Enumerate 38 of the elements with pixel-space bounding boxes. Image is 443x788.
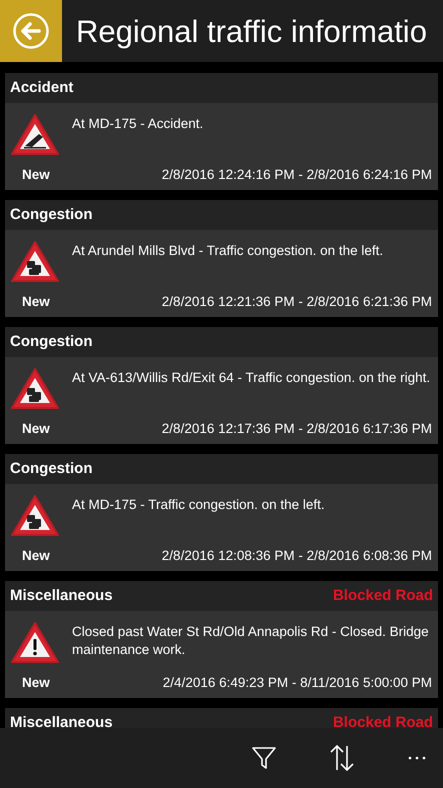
incident-status: Blocked Road	[332, 586, 433, 606]
incident-period: 2/8/2016 12:08:36 PM - 2/8/2016 6:08:36 PM	[162, 546, 432, 565]
incident-message: At Arundel Mills Blvd - Traffic congestion. on the left.	[72, 242, 384, 260]
incident-message: Closed past Water St Rd/Old Annapolis Rd - Closed. Bridge maintenance work.	[72, 623, 430, 659]
incident-card[interactable]: Congestion At Arundel Mills Blvd - Traffic congestion. on the left. New 2/8/2016 12:21:36 PM - 2/8/2016 6:21:36 PM	[5, 200, 438, 317]
incident-card[interactable]: Accident At MD-175 - Accident. New 2/8/2016 12:24:16 PM - 2/8/2016 6:24:16 PM	[5, 73, 438, 190]
more-icon	[407, 755, 427, 761]
incident-category: Congestion	[10, 458, 92, 479]
incident-period: 2/8/2016 12:24:16 PM - 2/8/2016 6:24:16 PM	[162, 166, 432, 184]
incident-card[interactable]: Miscellaneous Blocked Road Closed past Water St Rd/Old Annapolis Rd - Closed. Bridge maintenance work. New 2/4/2016 6:49:23 PM - 8/11/2016 5:00:00 PM	[5, 581, 438, 698]
incident-card[interactable]: Miscellaneous Blocked Road	[5, 708, 438, 728]
incident-message: At VA-613/Willis Rd/Exit 64 - Traffic congestion. on the right.	[72, 369, 430, 387]
incident-category: Accident	[10, 78, 74, 98]
filter-icon	[251, 745, 277, 771]
incident-category: Congestion	[10, 332, 92, 352]
congestion-warning-icon	[10, 366, 60, 411]
incident-period: 2/8/2016 12:21:36 PM - 2/8/2016 6:21:36 PM	[162, 292, 432, 311]
exclamation-warning-icon	[10, 620, 60, 665]
incident-message: At MD-175 - Traffic congestion. on the left.	[72, 496, 325, 514]
incident-category: Miscellaneous	[10, 586, 113, 606]
new-label: New	[22, 674, 50, 692]
incident-category: Miscellaneous	[10, 712, 113, 728]
new-label: New	[22, 166, 50, 184]
sort-icon	[329, 744, 355, 772]
new-label: New	[22, 420, 50, 438]
new-label: New	[22, 292, 50, 311]
incident-period: 2/8/2016 12:17:36 PM - 2/8/2016 6:17:36 PM	[162, 420, 432, 438]
congestion-warning-icon	[10, 493, 60, 538]
page-title: Regional traffic informatio	[76, 16, 427, 46]
incident-card[interactable]: Congestion At VA-613/Willis Rd/Exit 64 - Traffic congestion. on the right. New 2/8/2016 12:17:36 PM - 2/8/2016 6:17:36 PM	[5, 327, 438, 444]
new-label: New	[22, 546, 50, 565]
incident-period: 2/4/2016 6:49:23 PM - 8/11/2016 5:00:00 PM	[162, 674, 432, 692]
incident-category: Congestion	[10, 204, 92, 225]
accident-warning-icon	[10, 112, 60, 157]
incident-status: Blocked Road	[332, 712, 433, 728]
incident-card[interactable]: Congestion At MD-175 - Traffic congestion. on the left. New 2/8/2016 12:08:36 PM - 2/8/2016 6:08:36 PM	[5, 454, 438, 571]
congestion-warning-icon	[10, 239, 60, 284]
incident-message: At MD-175 - Accident.	[72, 115, 204, 133]
